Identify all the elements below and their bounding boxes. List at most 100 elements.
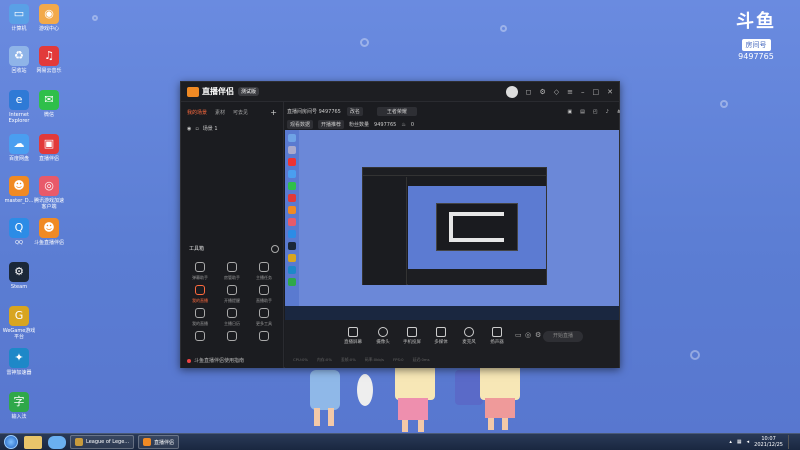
share-icon[interactable]: ⋔ <box>617 109 621 115</box>
explorer-icon[interactable] <box>24 435 42 449</box>
desktop-icon-recycle-bin[interactable]: ♻ 回收站 <box>2 42 36 74</box>
source-label: 麦克风 <box>462 340 476 345</box>
room-id: 9497765 <box>738 52 774 61</box>
source-label: 摄像头 <box>376 340 390 345</box>
cartoon-characters <box>310 360 520 432</box>
tool-label: 弹幕助手 <box>192 275 208 280</box>
tool-my-live[interactable]: 我的直播 <box>185 285 215 304</box>
desktop-icon-accelerator[interactable]: ◎ 腾讯游戏加速客户端 <box>32 172 66 210</box>
tool-download-2[interactable]: 主播日历 <box>217 308 247 327</box>
tool-download-4[interactable] <box>185 331 215 344</box>
settings-gear-icon[interactable]: ⚙ <box>535 331 541 339</box>
netease-music-icon: ♫ <box>39 46 59 66</box>
start-live-button[interactable]: 开始直播 <box>543 331 583 342</box>
show-desktop-button[interactable] <box>788 435 794 449</box>
header-actions: ▣ ▤ ◰ ♪ ⋔ <box>567 109 621 115</box>
desktop-icon-input-method[interactable]: 字输入法 <box>2 388 36 420</box>
scene-tabs: 我的场景 素材 可去见 + <box>181 102 283 121</box>
clock[interactable]: 10:07 2021/12/25 <box>754 436 783 448</box>
toolbox-settings-icon[interactable] <box>271 245 279 253</box>
target-icon[interactable]: ◎ <box>525 331 531 339</box>
tool-task[interactable]: 主播任务 <box>249 262 279 281</box>
network-icon[interactable]: ▦ <box>737 439 742 445</box>
tab-visible[interactable]: 可去见 <box>233 109 248 116</box>
source-speaker[interactable]: 扬声器 <box>483 327 511 345</box>
source-screen[interactable]: 直播屏幕 <box>339 327 367 345</box>
desktop-icon-ie[interactable]: e Internet Explorer <box>2 86 36 124</box>
skin-icon[interactable]: ◇ <box>554 88 559 96</box>
tool-download-6[interactable] <box>249 331 279 344</box>
record-icon[interactable]: ▭ <box>515 331 522 339</box>
task-league[interactable]: League of Lege... <box>70 435 135 449</box>
eye-icon[interactable]: ◉ <box>187 126 191 132</box>
desktop-icon-master[interactable]: ☻ master_D... <box>2 172 36 204</box>
desktop-icon-qq[interactable]: Q QQ <box>2 214 36 246</box>
source-mic[interactable]: 麦克风 <box>455 327 483 345</box>
desktop-icon-netease-music[interactable]: ♫ 网易云音乐 <box>32 42 66 74</box>
gift-icon[interactable]: ▣ <box>567 109 572 115</box>
minimize-icon[interactable]: – <box>581 88 585 96</box>
fans-value: 9497765 <box>374 121 397 128</box>
category-select[interactable]: 王者荣耀 <box>376 107 417 116</box>
tag-view-data[interactable]: 观看数据 <box>287 120 314 129</box>
desktop-icon-baidu-netdisk[interactable]: ☁ 百度网盘 <box>2 130 36 162</box>
source-camera[interactable]: 摄像头 <box>369 327 397 345</box>
cloud-icon[interactable] <box>48 435 66 449</box>
message-icon[interactable]: ◻ <box>526 88 532 96</box>
scene-item[interactable]: ◉ ▫ 场景 1 <box>181 121 283 136</box>
tool-download-3[interactable]: 更多工具 <box>249 308 279 327</box>
volume-icon[interactable]: ◂ <box>747 439 750 445</box>
fans-label: 粉丝数量 <box>349 122 370 128</box>
desktop-icon-label: QQ <box>15 240 23 246</box>
task-live-companion[interactable]: 直播伴侣 <box>138 435 180 449</box>
preview-desktop-icons <box>285 130 299 320</box>
tool-danmu[interactable]: 弹幕助手 <box>185 262 215 281</box>
desktop-icon-game-center[interactable]: ◉ 游戏中心 <box>32 0 66 32</box>
bell-icon[interactable]: ♪ <box>606 109 609 115</box>
nested-preview <box>408 186 546 269</box>
menu-icon[interactable]: ≡ <box>567 88 573 96</box>
desktop-icon-douyu-companion[interactable]: ☻ 斗鱼直播伴侣 <box>32 214 66 246</box>
stream-preview[interactable] <box>285 130 619 320</box>
desktop-icon-steam[interactable]: ⚙ Steam <box>2 258 36 290</box>
maximize-icon[interactable]: □ <box>593 88 600 96</box>
tool-assistant[interactable]: 直播助手 <box>249 285 279 304</box>
tab-material[interactable]: 素材 <box>215 109 225 116</box>
source-phone[interactable]: 手机投屏 <box>398 327 426 345</box>
tool-room-admin[interactable]: 房管助手 <box>217 262 247 281</box>
desktop-icon-leishen[interactable]: ✦ 雷神加速器 <box>2 344 36 376</box>
avatar[interactable] <box>505 85 518 98</box>
start-button[interactable] <box>4 435 18 449</box>
guide-text: 斗鱼直播伴侣使用指南 <box>194 358 245 364</box>
rename-button[interactable]: 改名 <box>346 107 363 116</box>
decor-circle <box>720 100 728 108</box>
settings-icon[interactable]: ⚙ <box>539 88 545 96</box>
tool-remind[interactable]: 开播提醒 <box>217 285 247 304</box>
tab-my-scene[interactable]: 我的场景 <box>187 109 207 116</box>
title-bar: 直播伴侣 测试版 ◻ ⚙ ◇ ≡ – □ ✕ <box>181 82 619 102</box>
calendar-icon[interactable]: ▤ <box>580 109 585 115</box>
tool-download-1[interactable]: 我的直播 <box>185 308 215 327</box>
decor-circle <box>92 15 98 21</box>
shop-icon[interactable]: ◰ <box>593 109 598 115</box>
desktop-icon-wechat[interactable]: ✉ 微信 <box>32 86 66 118</box>
source-bar: 直播屏幕 摄像头 手机投屏 多媒体 麦克风 扬声器 ▭ ◎ ⚙ 开始直播 CPU… <box>285 320 619 368</box>
download-icon <box>259 331 269 341</box>
douyu-watermark: 斗鱼 房间号 9497765 <box>726 11 786 62</box>
lock-icon[interactable]: ▫ <box>195 126 198 132</box>
desktop-icon-wegame[interactable]: G WeGame游戏平台 <box>2 302 36 340</box>
tool-download-5[interactable] <box>217 331 247 344</box>
desktop-icon-live-companion[interactable]: ▣ 直播伴侣 <box>32 130 66 162</box>
source-media[interactable]: 多媒体 <box>427 327 455 345</box>
tag-recommend[interactable]: 开播推荐 <box>318 120 345 129</box>
add-scene-icon[interactable]: + <box>270 108 277 117</box>
tray-arrow-icon[interactable]: ▴ <box>729 439 732 445</box>
live-companion-task-icon <box>143 438 152 446</box>
close-icon[interactable]: ✕ <box>607 88 613 96</box>
qq-icon: Q <box>9 218 29 238</box>
desktop-icon-area: ▭ 计算机 ◉ 游戏中心 ♻ 回收站 ♫ 网易云音乐 e Internet Explore… <box>2 0 82 430</box>
tags-row: 观看数据 开播推荐 粉丝数量 9497765 ♨ 0 <box>287 120 621 129</box>
desktop-icon-computer[interactable]: ▭ 计算机 <box>2 0 36 32</box>
guide-link[interactable]: 斗鱼直播伴侣使用指南 <box>187 357 244 364</box>
douyu-logo: 斗鱼 <box>736 11 776 32</box>
